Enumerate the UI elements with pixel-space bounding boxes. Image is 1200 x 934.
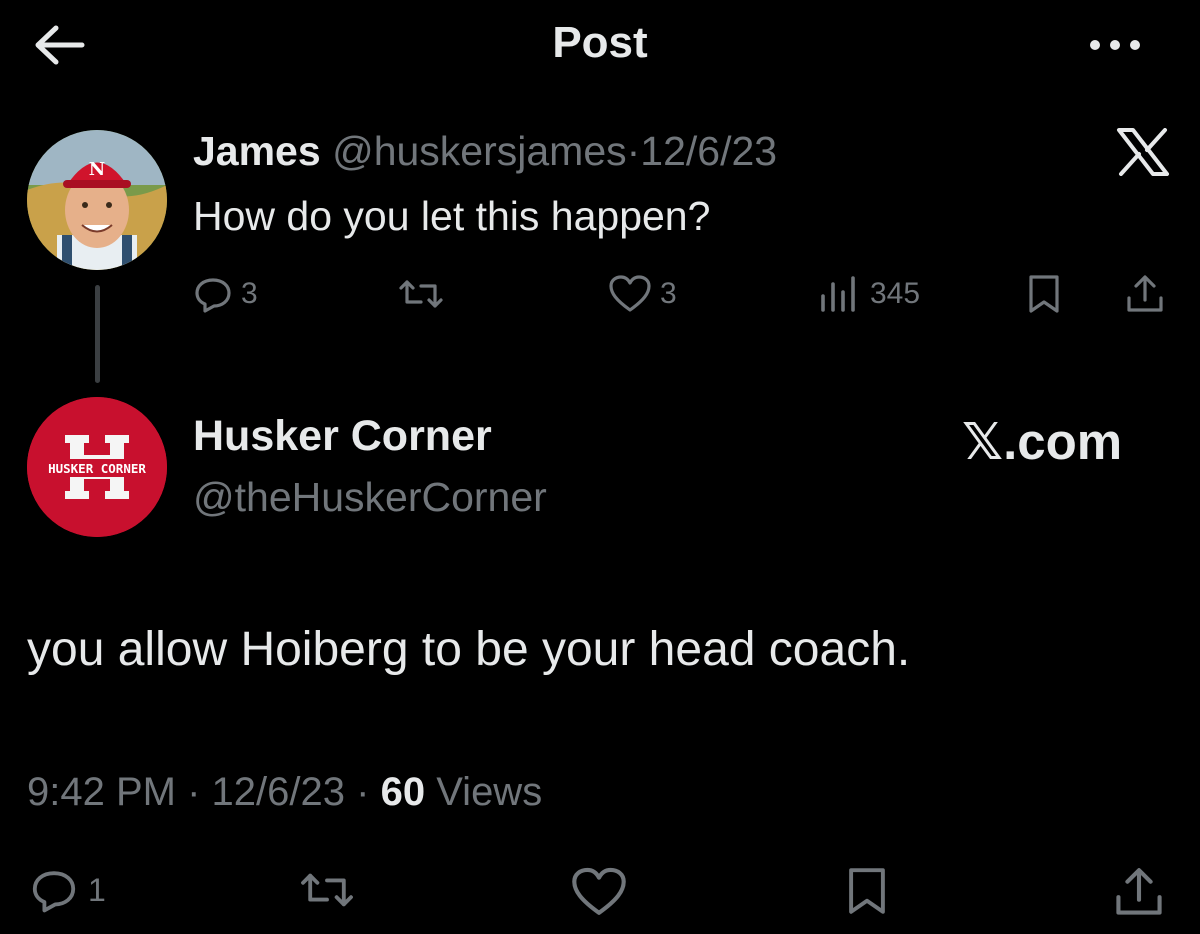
avatar[interactable]: HUSKER CORNER: [27, 397, 167, 537]
separator: ·: [626, 128, 641, 174]
tweet-text: you allow Hoiberg to be your head coach.: [27, 623, 911, 676]
share-icon: [1116, 868, 1162, 915]
views-label: Views: [436, 770, 543, 814]
separator: ·: [356, 770, 370, 814]
tweet-date[interactable]: 12/6/23: [212, 770, 345, 814]
x-logo-icon: [1117, 128, 1169, 176]
author-name[interactable]: Husker Corner: [193, 412, 492, 461]
watermark-text: 𝕏.com: [962, 413, 1123, 470]
tweet-header: James @huskersjames·12/6/23: [193, 128, 777, 175]
reply-icon: [32, 871, 76, 913]
husker-corner-logo-icon: HUSKER CORNER: [27, 397, 167, 537]
share-button[interactable]: [1112, 866, 1176, 918]
reply-button[interactable]: 1: [30, 866, 106, 914]
bookmark-button[interactable]: [845, 866, 899, 916]
bookmark-button[interactable]: [1026, 274, 1070, 314]
author-name[interactable]: James: [193, 128, 321, 174]
x-logo: [1116, 128, 1170, 176]
reply-count: 1: [88, 871, 106, 908]
repost-icon: [301, 873, 353, 907]
repost-button[interactable]: [298, 866, 366, 914]
avatar-text: HUSKER CORNER: [48, 461, 146, 476]
author-handle[interactable]: @theHuskerCorner: [193, 474, 547, 521]
page-title: Post: [552, 18, 648, 67]
author-handle[interactable]: @huskersjames: [332, 128, 627, 174]
like-button[interactable]: [570, 866, 638, 918]
bookmark-icon: [1029, 275, 1059, 313]
views-button[interactable]: 345: [818, 274, 920, 314]
tweet-date[interactable]: 12/6/23: [640, 128, 777, 174]
share-icon: [1127, 275, 1163, 312]
repost-icon: [399, 280, 443, 308]
repost-button[interactable]: [397, 274, 453, 314]
reply-icon: [195, 278, 231, 313]
thread-connector: [95, 285, 100, 383]
cartoon-avatar-icon: N: [27, 130, 167, 270]
like-button[interactable]: 3: [608, 274, 677, 314]
tweet-meta: 9:42 PM · 12/6/23 · 60 Views: [27, 770, 542, 815]
tweet-time[interactable]: 9:42 PM: [27, 770, 176, 814]
avatar[interactable]: N: [27, 130, 167, 270]
more-horizontal-icon: [1090, 40, 1140, 50]
bookmark-icon: [849, 868, 885, 914]
tweet-text: How do you let this happen?: [193, 193, 711, 239]
heart-icon: [609, 275, 651, 312]
more-options-button[interactable]: [1085, 30, 1145, 60]
separator: ·: [187, 770, 201, 814]
views-count[interactable]: 60: [381, 770, 426, 814]
like-count: 3: [660, 277, 677, 310]
reply-button[interactable]: 3: [193, 274, 258, 314]
view-count: 345: [870, 277, 921, 310]
svg-text:N: N: [89, 159, 105, 180]
reply-count: 3: [241, 277, 258, 310]
share-button[interactable]: [1124, 274, 1174, 314]
heart-icon: [572, 867, 626, 915]
analytics-icon: [821, 276, 855, 312]
